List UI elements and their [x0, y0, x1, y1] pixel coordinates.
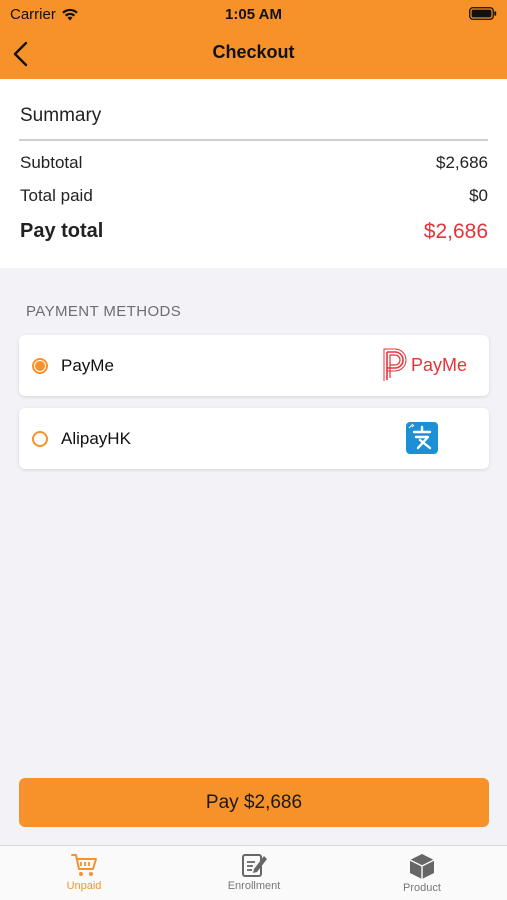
pay-total-value: $2,686	[423, 220, 488, 243]
payment-method-label: PayMe	[61, 356, 114, 375]
summary-divider	[19, 139, 488, 141]
edit-document-icon	[242, 854, 267, 877]
tab-product[interactable]: Product	[362, 852, 482, 894]
status-time: 1:05 AM	[225, 6, 282, 23]
tab-unpaid[interactable]: Unpaid	[24, 852, 144, 892]
payme-p-icon	[383, 348, 407, 381]
radio-selected-icon[interactable]	[32, 358, 48, 374]
box-icon	[409, 854, 435, 879]
tab-label: Product	[403, 882, 441, 894]
tab-enrollment[interactable]: Enrollment	[194, 852, 314, 892]
battery-icon	[469, 7, 497, 20]
status-bar: Carrier 1:05 AM	[0, 0, 507, 28]
tab-label: Enrollment	[227, 880, 281, 892]
alipayhk-logo-icon	[406, 422, 438, 454]
payment-method-label: AlipayHK	[61, 429, 131, 448]
pay-total-row: Pay total $2,686	[20, 220, 488, 244]
page-title: Checkout	[212, 42, 295, 62]
payme-logo-text: PayMe	[410, 354, 467, 375]
subtotal-value: $2,686	[436, 153, 488, 172]
payme-logo: PayMe	[382, 348, 467, 382]
payment-method-payme[interactable]: PayMe PayMe	[19, 335, 489, 396]
payment-method-alipayhk[interactable]: AlipayHK	[19, 408, 489, 469]
total-paid-value: $0	[469, 186, 488, 205]
cart-icon	[71, 854, 97, 876]
total-paid-label: Total paid	[20, 186, 93, 205]
tab-label: Unpaid	[66, 880, 102, 892]
subtotal-label: Subtotal	[20, 153, 83, 172]
subtotal-row: Subtotal $2,686	[20, 153, 488, 173]
navigation-bar: Checkout	[0, 28, 507, 79]
pay-button[interactable]: Pay $2,686	[19, 778, 489, 827]
radio-unselected-icon[interactable]	[32, 431, 48, 447]
app-header: Carrier 1:05 AM Checkout	[0, 0, 507, 79]
pay-total-label: Pay total	[20, 220, 104, 242]
tab-bar: Unpaid Enrollment Product	[0, 845, 507, 900]
total-paid-row: Total paid $0	[20, 186, 488, 206]
payment-methods-heading: PAYMENT METHODS	[26, 303, 182, 320]
summary-title: Summary	[20, 105, 102, 126]
